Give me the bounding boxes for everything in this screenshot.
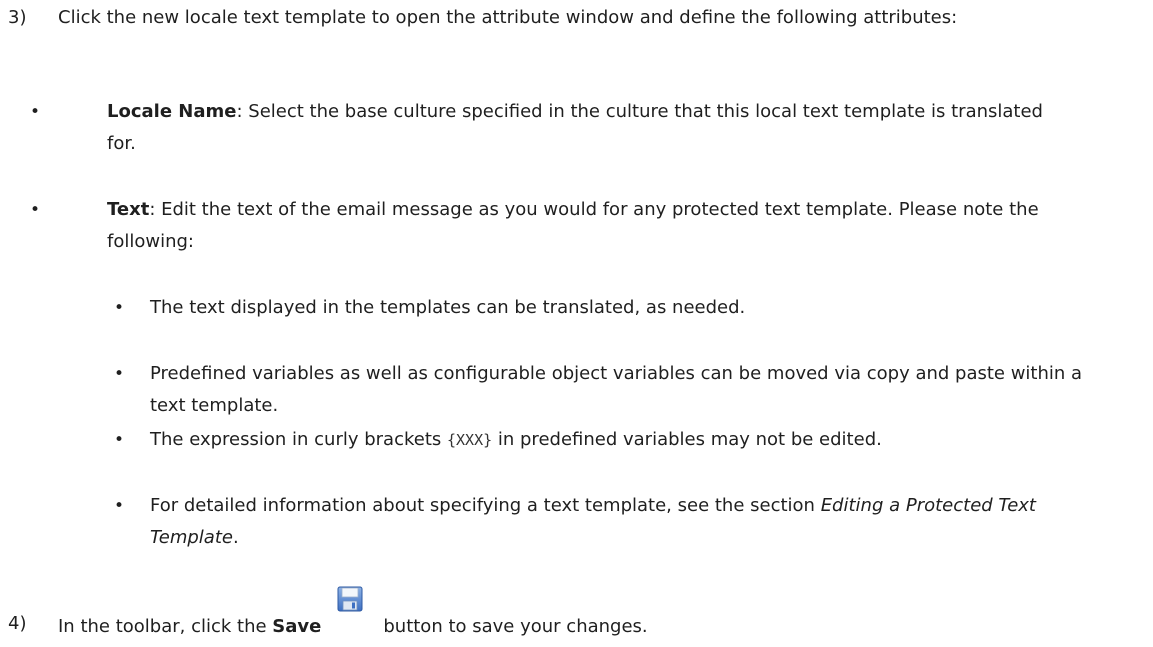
help-document: 3) Click the new locale text template to… — [0, 0, 1153, 647]
bullet-icon: • — [114, 430, 125, 450]
term-text: Text — [107, 199, 150, 220]
list-item-locale-name: • Locale Name: Select the base culture s… — [30, 96, 1070, 160]
save-term: Save — [272, 616, 322, 637]
step-number: 4) — [8, 613, 27, 634]
locale-name-description: : Select the base culture specified in t… — [107, 101, 1043, 154]
list-item-text: • Text: Edit the text of the email messa… — [30, 194, 1070, 258]
bullet-icon: • — [114, 364, 125, 384]
step-4: 4) In the toolbar, click the Save button… — [8, 586, 1128, 643]
step-number: 3) — [8, 7, 27, 28]
code-expression: {XXX} — [447, 431, 493, 449]
bullet-icon: • — [30, 200, 41, 220]
save-floppy-icon[interactable] — [337, 586, 363, 612]
bullet-icon: • — [114, 298, 125, 318]
step-text: In the toolbar, click the — [58, 616, 273, 637]
sub-item-text: The expression in curly brackets — [150, 429, 447, 450]
step-3: 3) Click the new locale text template to… — [8, 2, 1128, 34]
sub-item-text: Predefined variables as well as configur… — [150, 363, 1083, 416]
sub-item-text: For detailed information about specifyin… — [150, 495, 821, 516]
sub-item-text: The text displayed in the templates can … — [150, 297, 746, 318]
sub-item-text: . — [232, 527, 239, 548]
step-text: Click the new locale text template to op… — [58, 7, 958, 28]
text-description: : Edit the text of the email message as … — [107, 199, 1039, 252]
sub-list-item: • For detailed information about specify… — [114, 490, 1114, 554]
sub-list-item: • The expression in curly brackets {XXX}… — [114, 424, 1114, 456]
bullet-icon: • — [30, 102, 41, 122]
sub-list-item: • The text displayed in the templates ca… — [114, 292, 1114, 324]
bullet-icon: • — [114, 496, 125, 516]
term-locale-name: Locale Name — [107, 101, 237, 122]
sub-list-item: • Predefined variables as well as config… — [114, 358, 1114, 422]
sub-item-text: in predefined variables may not be edite… — [492, 429, 882, 450]
step-text: button to save your changes. — [383, 616, 648, 637]
